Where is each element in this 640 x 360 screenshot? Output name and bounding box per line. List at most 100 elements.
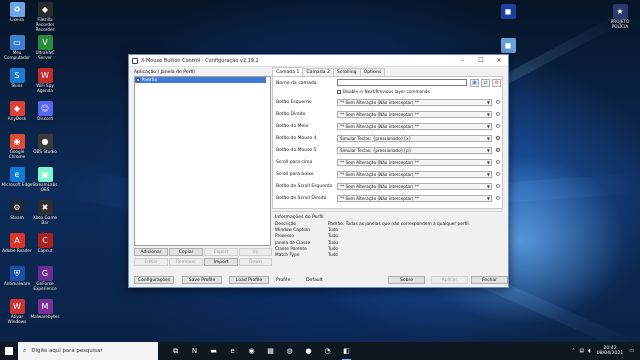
profile-info-rows: Descrição Padrão: Todas as janelas que nã… bbox=[272, 222, 503, 259]
streamlabs-icon: ▣ bbox=[37, 167, 53, 182]
desktop-icon[interactable]: ● OBS Studio bbox=[29, 134, 61, 155]
mapping-select[interactable]: ** Sem Alteração (Não interceptar) ** ▼ bbox=[337, 158, 492, 166]
mapping-select[interactable]: ** Sem Alteração (Não interceptar) ** ▼ bbox=[337, 98, 492, 106]
minimize-button[interactable]: – bbox=[454, 55, 472, 67]
start-button[interactable] bbox=[0, 342, 18, 360]
desktop-icon[interactable]: V UltraVNC Server bbox=[29, 35, 61, 61]
clock[interactable]: 20:42 08/04/2021 bbox=[597, 346, 623, 357]
profile-list[interactable]: ✓ Padrão bbox=[134, 76, 271, 246]
copiar-button[interactable]: Copiar bbox=[169, 248, 203, 256]
maximize-button[interactable]: ☐ bbox=[472, 55, 490, 67]
layer-name-input[interactable] bbox=[337, 79, 467, 86]
desktop-icon[interactable]: ✖ Xbox Game Bar bbox=[29, 200, 61, 226]
editar-button[interactable]: Editar bbox=[134, 258, 168, 266]
desktop-icon[interactable]: G GeForce Experience bbox=[29, 266, 61, 292]
store-icon[interactable]: ▦ bbox=[261, 342, 280, 360]
chrome-icon[interactable]: ◉ bbox=[242, 342, 261, 360]
save-profile-button[interactable]: Save Profile bbox=[182, 276, 222, 284]
volume-icon[interactable]: ◖ bbox=[588, 348, 591, 354]
mapping-label: Botão Direito bbox=[276, 111, 306, 117]
app-icon: G bbox=[37, 266, 53, 281]
mapping-select[interactable]: Simular Teclas: {pressionado}{x} ▼ bbox=[337, 134, 492, 142]
gear-icon[interactable]: ⚙ bbox=[494, 159, 502, 166]
gear-icon[interactable]: ⚙ bbox=[494, 123, 502, 130]
configuracoes-button[interactable]: Configurações bbox=[134, 276, 174, 284]
clock-date: 08/04/2021 bbox=[596, 351, 624, 356]
mapping-select[interactable]: ** Sem Alteração (Não interceptar) ** ▼ bbox=[337, 170, 492, 178]
info-row: Match Type Tudo bbox=[272, 253, 503, 259]
adicionar-button[interactable]: Adicionar bbox=[134, 248, 168, 256]
disable-layer-row[interactable]: Disable in Next/Previous layer commands bbox=[337, 89, 430, 94]
netflix-icon[interactable]: N bbox=[185, 342, 204, 360]
tab-camada-1[interactable]: Camada 1 bbox=[272, 67, 304, 76]
gear-icon[interactable]: ⚙ bbox=[494, 195, 502, 202]
desktop-icon[interactable]: ◼ bbox=[492, 4, 524, 20]
desktop-icon[interactable]: M Malwarebytes bbox=[29, 299, 61, 320]
mapping-select[interactable]: ** Sem Alteração (Não interceptar) ** ▼ bbox=[337, 122, 492, 130]
chevron-down-icon: ▼ bbox=[486, 159, 490, 165]
fechar-button[interactable]: Fechar bbox=[471, 276, 508, 284]
chevron-down-icon: ▼ bbox=[486, 171, 490, 177]
mapping-value: ** Sem Alteração (Não interceptar) ** bbox=[340, 183, 419, 189]
import-button[interactable]: Import bbox=[204, 258, 238, 266]
mapping-value: ** Sem Alteração (Não interceptar) ** bbox=[340, 123, 419, 129]
checkbox[interactable]: ✓ bbox=[136, 78, 140, 82]
close-button[interactable]: ✕ bbox=[490, 55, 508, 67]
chevron-up-icon[interactable]: ⌃ bbox=[571, 348, 575, 354]
up-button[interactable]: Up bbox=[239, 248, 272, 256]
desktop-icon[interactable]: W WiFi Spy Agenda bbox=[29, 68, 61, 94]
mapping-select[interactable]: Simular Teclas: {pressionado}{p} ▼ bbox=[337, 146, 492, 154]
export-button[interactable]: Export bbox=[204, 248, 238, 256]
obs-icon[interactable]: ● bbox=[299, 342, 318, 360]
desktop-icon[interactable]: ◆ Filezilla Recorder Recorder bbox=[29, 2, 61, 32]
remover-button[interactable]: Remover bbox=[169, 258, 203, 266]
desktop-icon[interactable]: ▣ StreamLabs OBS bbox=[29, 167, 61, 193]
mapping-select[interactable]: ** Sem Alteração (Não interceptar) ** ▼ bbox=[337, 194, 492, 202]
disable-layer-checkbox[interactable] bbox=[337, 89, 341, 94]
swap-layer-button[interactable]: ⇄ bbox=[481, 79, 490, 87]
desktop-icon[interactable]: ◼ bbox=[492, 38, 524, 54]
file-explorer-icon[interactable]: ▬ bbox=[204, 342, 223, 360]
desktop-icon[interactable]: ★ PROJETO POLÍCIA bbox=[604, 4, 636, 30]
mapping-select[interactable]: ** Sem Alteração (Não interceptar) ** ▼ bbox=[337, 182, 492, 190]
tab-options[interactable]: Options bbox=[359, 68, 386, 76]
edge-icon: e bbox=[9, 167, 25, 182]
chevron-down-icon: ▼ bbox=[486, 99, 490, 105]
network-icon[interactable]: ▤ bbox=[579, 348, 584, 354]
gear-icon[interactable]: ⚙ bbox=[494, 135, 502, 142]
load-profile-button[interactable]: Load Profile bbox=[229, 276, 269, 284]
whatsapp-icon[interactable]: ◍ bbox=[280, 342, 299, 360]
notifications-icon[interactable]: ▭ bbox=[629, 348, 634, 354]
task-view-icon[interactable]: ⧉ bbox=[166, 342, 185, 360]
taskbar-search[interactable]: ⌕ Digite aqui para pesquisar bbox=[18, 342, 158, 360]
mouse-app-icon[interactable]: ◧ bbox=[337, 342, 356, 360]
gear-icon[interactable]: ⚙ bbox=[494, 147, 502, 154]
tab-camada-2[interactable]: Camada 2 bbox=[302, 68, 334, 76]
sobre-button[interactable]: Sobre bbox=[388, 276, 425, 284]
mapping-value: Simular Teclas: {pressionado}{p} bbox=[340, 147, 412, 153]
list-item[interactable]: ✓ Padrão bbox=[135, 77, 266, 83]
layer-tabs: Camada 1 Camada 2 Scrolling Options bbox=[272, 67, 386, 76]
app-icon bbox=[132, 57, 138, 64]
edge-icon[interactable]: e bbox=[223, 342, 242, 360]
tab-scrolling[interactable]: Scrolling bbox=[332, 68, 361, 76]
edit-layer-button[interactable]: ▣ bbox=[470, 79, 479, 87]
title-bar[interactable]: X-Mouse Button Control - Configuração v2… bbox=[129, 55, 508, 67]
gear-icon[interactable]: ⚙ bbox=[494, 99, 502, 106]
gear-icon[interactable]: ⚙ bbox=[494, 183, 502, 190]
down-button[interactable]: Down bbox=[239, 258, 272, 266]
desktop-icon[interactable]: ☺ Discord bbox=[29, 101, 61, 122]
gear-icon[interactable]: ⚙ bbox=[494, 111, 502, 118]
aplicar-button[interactable]: Aplicar bbox=[431, 276, 468, 284]
info-value: Padrão: Todas as janelas que não corresp… bbox=[328, 222, 470, 227]
clear-layer-button[interactable]: ⊘ bbox=[492, 79, 501, 87]
desktop-icon[interactable]: C Capcut bbox=[29, 233, 61, 254]
clock-app-icon[interactable]: ◔ bbox=[318, 342, 337, 360]
gear-icon[interactable]: ⚙ bbox=[494, 171, 502, 178]
mapping-select[interactable]: ** Sem Alteração (Não interceptar) ** ▼ bbox=[337, 110, 492, 118]
info-key: Match Type bbox=[275, 252, 300, 258]
mapping-row: Botão do Meio ** Sem Alteração (Não inter… bbox=[276, 122, 502, 130]
mapping-value: ** Sem Alteração (Não interceptar) ** bbox=[340, 159, 419, 165]
profile-list-label: Aplicação / Janela de Perfil bbox=[134, 70, 195, 75]
app-icon: ◼ bbox=[500, 4, 516, 19]
